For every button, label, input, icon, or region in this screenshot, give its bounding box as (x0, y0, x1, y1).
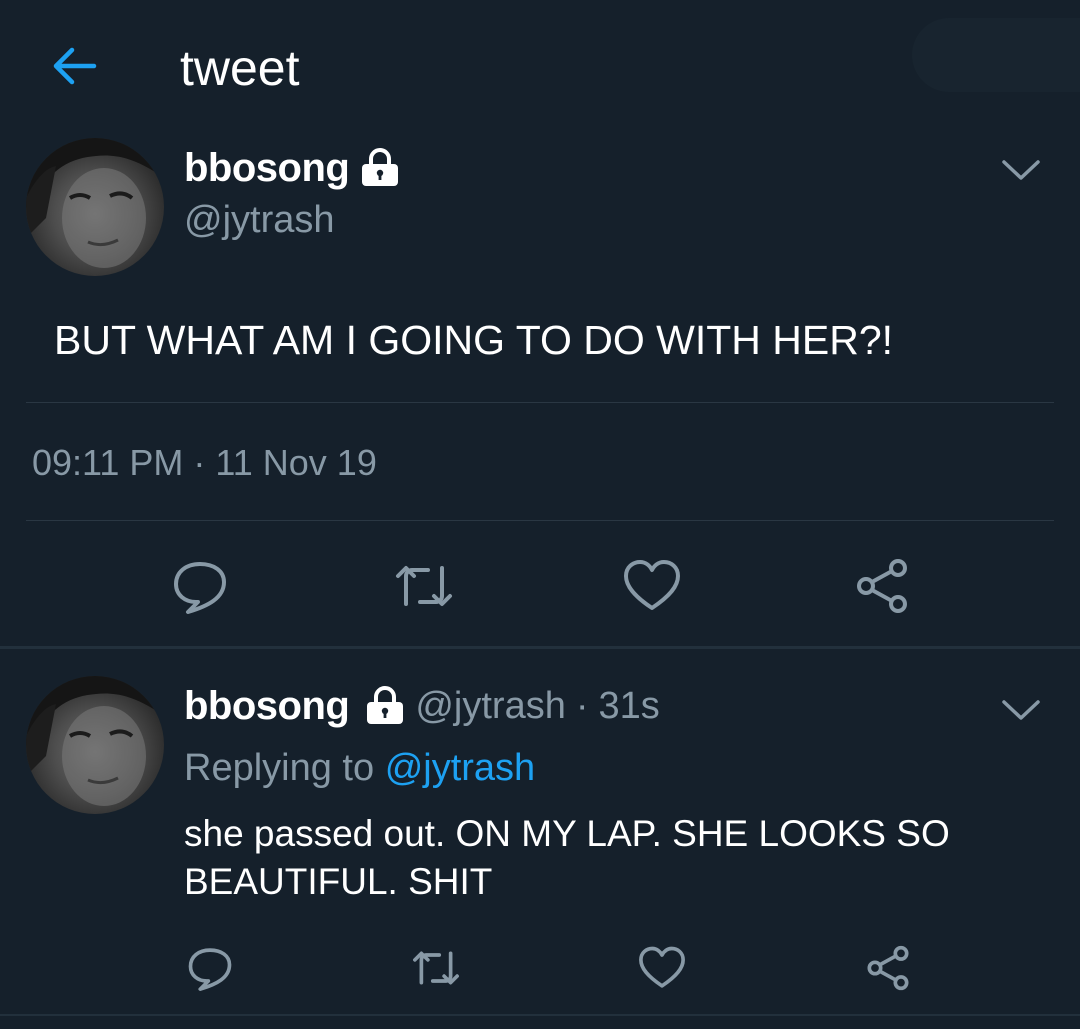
divider (26, 402, 1054, 403)
tweet-timestamp: 09:11 PM · 11 Nov 19 (32, 442, 377, 483)
display-name[interactable]: bbosong (184, 144, 350, 192)
chevron-down-icon[interactable] (1000, 694, 1042, 726)
heart-icon[interactable] (620, 554, 684, 618)
share-icon[interactable] (850, 554, 914, 618)
separator-dot: · (575, 684, 589, 727)
user-handle[interactable]: @jytrash (184, 196, 335, 244)
heart-icon[interactable] (636, 942, 688, 994)
reply-icon[interactable] (168, 554, 232, 618)
tweet-time: 31s (598, 684, 660, 727)
divider (0, 1014, 1080, 1016)
reply-header: bbosong @jytrash · 31s (184, 682, 660, 730)
retweet-icon[interactable] (392, 554, 456, 618)
tweet-text: she passed out. ON MY LAP. SHE LOOKS SO … (184, 813, 950, 902)
chevron-down-icon[interactable] (1000, 154, 1042, 186)
retweet-icon[interactable] (410, 942, 462, 994)
tweet-separator (0, 646, 1080, 649)
replying-prefix: Replying to (184, 747, 375, 789)
reply-icon[interactable] (184, 942, 236, 994)
replying-to: Replying to @jytrash (184, 744, 535, 792)
arrow-left-icon[interactable] (50, 46, 98, 86)
lock-icon (358, 148, 402, 188)
share-icon[interactable] (862, 942, 914, 994)
page-title: tweet (180, 40, 300, 96)
avatar[interactable] (26, 138, 164, 276)
tweet-text: BUT WHAT AM I GOING TO DO WITH HER?! (54, 317, 894, 363)
header-decoration (912, 18, 1080, 92)
replying-handle-link[interactable]: @jytrash (385, 747, 536, 789)
avatar[interactable] (26, 676, 164, 814)
lock-icon (363, 686, 407, 726)
display-name[interactable]: bbosong (184, 682, 350, 730)
user-handle[interactable]: @jytrash (415, 685, 566, 728)
divider (26, 520, 1054, 521)
